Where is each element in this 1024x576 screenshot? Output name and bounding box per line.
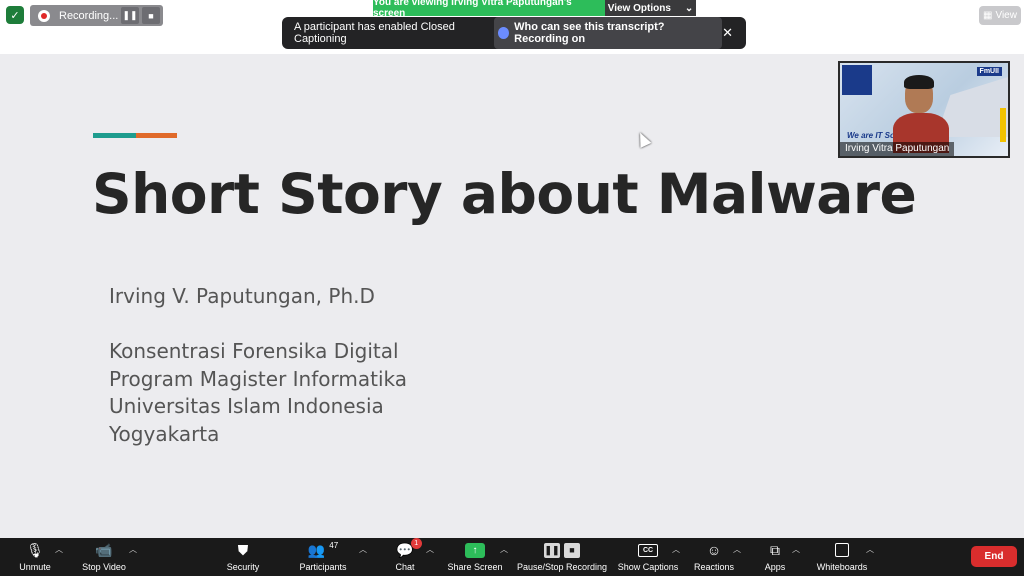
chat-bubble-icon: 💬 1 [396,538,422,559]
microphone-muted-icon: 🎙 [26,541,44,558]
chevron-down-icon: ⌄ [684,2,694,14]
chevron-up-icon[interactable]: ︿ [129,544,137,555]
participants-label: Participants [299,562,347,572]
apps-label: Apps [764,562,786,572]
participant-avatar [893,75,949,153]
share-screen-button[interactable]: ↑ Share Screen [447,541,503,575]
chevron-up-icon[interactable]: ︿ [55,544,63,555]
stop-icon: ■ [564,542,580,558]
share-screen-icon: ↑ [465,542,485,558]
viewing-screen-banner: You are viewing Irving Vitra Paputungan'… [373,0,605,19]
video-camera-icon: 📹 [95,541,113,558]
chat-label: Chat [395,562,415,572]
participants-button[interactable]: 👥 47 Participants [296,541,350,575]
meeting-toolbar: 🎙 Unmute ︿ 📹 Stop Video ︿ ⛊ Security 👥 47… [0,538,1024,576]
pause-icon: ❚❚ [544,542,560,558]
university-logo [842,65,872,95]
meeting-top-bar: ✓ Recording... ❚❚ ■ You are viewing Irvi… [0,0,1024,54]
view-label: View [995,10,1017,21]
chevron-up-icon[interactable]: ︿ [500,544,508,555]
show-captions-button[interactable]: CC Show Captions [617,541,679,575]
reactions-label: Reactions [693,562,735,572]
shield-icon: ⛊ [237,541,249,558]
apps-button[interactable]: ⧉ Apps [760,541,790,575]
person-icon [498,27,510,39]
pause-recording-button[interactable]: ❚❚ [121,7,139,24]
participant-name: Irving Vitra Paputungan [840,142,955,156]
transcript-info-label: Who can see this transcript? Recording o… [514,21,665,45]
accent-bar-orange [136,133,177,138]
apps-icon: ⧉ [770,541,780,558]
chevron-up-icon[interactable]: ︿ [733,544,741,555]
smiley-plus-icon: ☺ [706,542,722,558]
chevron-up-icon[interactable]: ︿ [866,544,874,555]
slide-title: Short Story about Malware [92,162,917,226]
stop-video-button[interactable]: 📹 Stop Video [78,541,130,575]
security-button[interactable]: ⛊ Security [222,541,264,575]
view-button[interactable]: ▦ View [979,6,1021,25]
participant-video-tile[interactable]: FmUII We are IT Solution Irving Vitra Pa… [838,61,1010,158]
close-icon[interactable]: ✕ [722,25,733,41]
share-screen-label: Share Screen [447,562,503,572]
whiteboards-label: Whiteboards [816,562,868,572]
affiliation-line: Konsentrasi Forensika Digital [109,339,399,363]
brand-logo: FmUII [976,67,1002,76]
recording-label: Recording... [59,9,119,22]
recording-indicator: Recording... ❚❚ ■ [30,5,163,26]
whiteboard-icon [835,543,849,557]
view-options-label: View Options [607,2,671,14]
affiliation-line: Program Magister Informatika [109,366,407,391]
affiliation-line: Yogyakarta [109,421,220,446]
affiliation-line: Universitas Islam Indonesia [109,394,384,418]
security-label: Security [226,562,260,572]
pause-stop-recording-button[interactable]: ❚❚ ■ Pause/Stop Recording [516,541,608,575]
participants-count: 47 [329,541,339,550]
chevron-up-icon[interactable]: ︿ [359,544,367,555]
chevron-up-icon[interactable]: ︿ [426,544,434,555]
chat-button[interactable]: 💬 1 Chat [390,538,422,575]
end-meeting-button[interactable]: End [971,546,1017,567]
show-captions-label: Show Captions [617,562,679,572]
closed-caption-banner: A participant has enabled Closed Caption… [282,17,746,49]
shield-icon[interactable]: ✓ [6,6,24,24]
cc-message: A participant has enabled Closed Caption… [294,21,455,45]
chevron-up-icon[interactable]: ︿ [792,544,800,555]
stop-video-label: Stop Video [82,562,126,572]
pause-stop-recording-label: Pause/Stop Recording [516,562,608,572]
slide-author: Irving V. Paputungan, Ph.D [109,284,375,308]
slide-affiliation: Konsentrasi Forensika Digital Program Ma… [109,338,407,448]
grid-icon: ▦ [983,10,993,21]
whiteboards-button[interactable]: Whiteboards [813,541,871,575]
chat-badge: 1 [410,538,422,549]
recording-controls-icon: ❚❚ ■ [544,541,580,559]
mouse-cursor-icon [634,130,652,148]
closed-caption-icon: CC [638,543,658,557]
unmute-button[interactable]: 🎙 Unmute [14,541,56,575]
background-stripe [1000,108,1006,142]
unmute-label: Unmute [19,562,51,572]
transcript-info-button[interactable]: Who can see this transcript? Recording o… [494,17,723,49]
participant-hair [904,75,934,89]
recording-dot-icon [38,9,50,22]
accent-bar-teal [93,133,136,138]
view-options-button[interactable]: View Options ⌄ [605,0,696,16]
participants-icon: 👥 47 [307,541,339,558]
reactions-button[interactable]: ☺ Reactions [692,541,736,575]
chevron-up-icon[interactable]: ︿ [672,544,680,555]
stop-recording-button[interactable]: ■ [142,7,160,24]
